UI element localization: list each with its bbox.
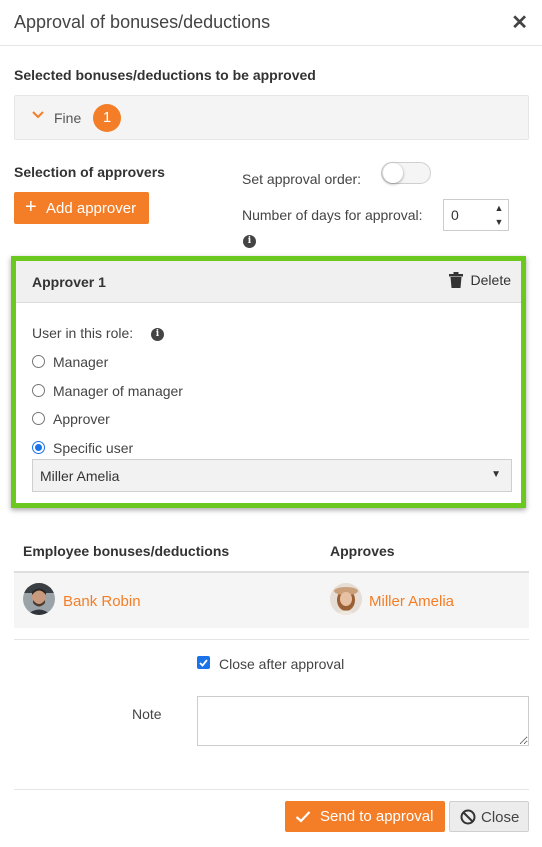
close-label: Close <box>481 809 520 826</box>
delete-label: Delete <box>470 272 511 288</box>
table-header-employee: Employee bonuses/deductions <box>23 543 230 559</box>
radio-specific-user-input[interactable] <box>32 441 45 454</box>
days-label: Number of days for approval: <box>242 207 423 223</box>
approver-card-header: Approver 1 Delete <box>16 261 521 303</box>
trash-icon <box>448 272 463 288</box>
chevron-down-icon <box>32 111 44 119</box>
approver-avatar <box>330 583 362 615</box>
add-approver-button[interactable]: + Add approver <box>14 192 149 224</box>
dialog-header: Approval of bonuses/deductions ✕ <box>0 0 542 46</box>
employee-avatar <box>23 583 55 615</box>
radio-manager-of-manager-input[interactable] <box>32 384 45 397</box>
approver-title: Approver 1 <box>32 274 106 290</box>
table-header-approves: Approves <box>330 543 395 559</box>
days-stepper[interactable]: 0 ▲ ▼ <box>443 199 509 231</box>
send-to-approval-button[interactable]: Send to approval <box>285 801 445 832</box>
dialog-title: Approval of bonuses/deductions <box>14 12 271 32</box>
close-icon[interactable]: ✕ <box>511 10 528 35</box>
close-after-label: Close after approval <box>219 656 345 672</box>
ban-icon <box>460 809 476 825</box>
approvers-heading: Selection of approvers <box>14 164 165 180</box>
radio-approver-input[interactable] <box>32 412 45 425</box>
role-info-icon[interactable]: i <box>151 328 164 341</box>
role-label: User in this role: <box>32 325 134 341</box>
note-label: Note <box>132 706 162 722</box>
close-after-checkbox[interactable] <box>197 656 210 669</box>
note-textarea[interactable] <box>197 696 529 746</box>
days-value: 0 <box>451 207 459 223</box>
send-label: Send to approval <box>320 808 434 825</box>
approval-order-label: Set approval order: <box>242 171 362 187</box>
info-icon[interactable]: i <box>243 235 256 248</box>
caret-down-icon: ▼ <box>491 469 501 480</box>
employee-link[interactable]: Bank Robin <box>63 593 141 610</box>
radio-manager-of-manager-label: Manager of manager <box>53 383 183 399</box>
radio-approver-label: Approver <box>53 411 110 427</box>
table-row: Bank Robin Miller Amelia <box>14 573 529 628</box>
count-badge: 1 <box>93 104 121 132</box>
plus-icon: + <box>25 196 37 218</box>
approval-order-toggle[interactable] <box>381 162 431 184</box>
radio-specific-user-label: Specific user <box>53 440 134 456</box>
radio-manager-input[interactable] <box>32 355 45 368</box>
selected-heading: Selected bonuses/deductions to be approv… <box>14 67 316 83</box>
footer-divider <box>14 789 529 790</box>
approver-link[interactable]: Miller Amelia <box>369 593 454 610</box>
close-button[interactable]: Close <box>449 801 529 832</box>
approver-card: Approver 1 Delete User in this role: i M… <box>11 256 526 508</box>
selected-user-value: Miller Amelia <box>40 468 120 484</box>
add-approver-label: Add approver <box>46 200 137 217</box>
check-icon <box>295 811 311 823</box>
fine-group-label: Fine <box>54 110 82 126</box>
spin-down-icon[interactable]: ▼ <box>490 215 508 230</box>
spin-up-icon[interactable]: ▲ <box>490 201 508 216</box>
divider <box>14 639 529 640</box>
toggle-knob <box>383 163 403 183</box>
specific-user-select[interactable]: Miller Amelia ▼ <box>32 459 512 492</box>
check-icon <box>199 659 208 667</box>
radio-manager-label: Manager <box>53 354 109 370</box>
delete-button[interactable]: Delete <box>448 272 511 288</box>
fine-group[interactable]: Fine 1 <box>14 95 529 140</box>
